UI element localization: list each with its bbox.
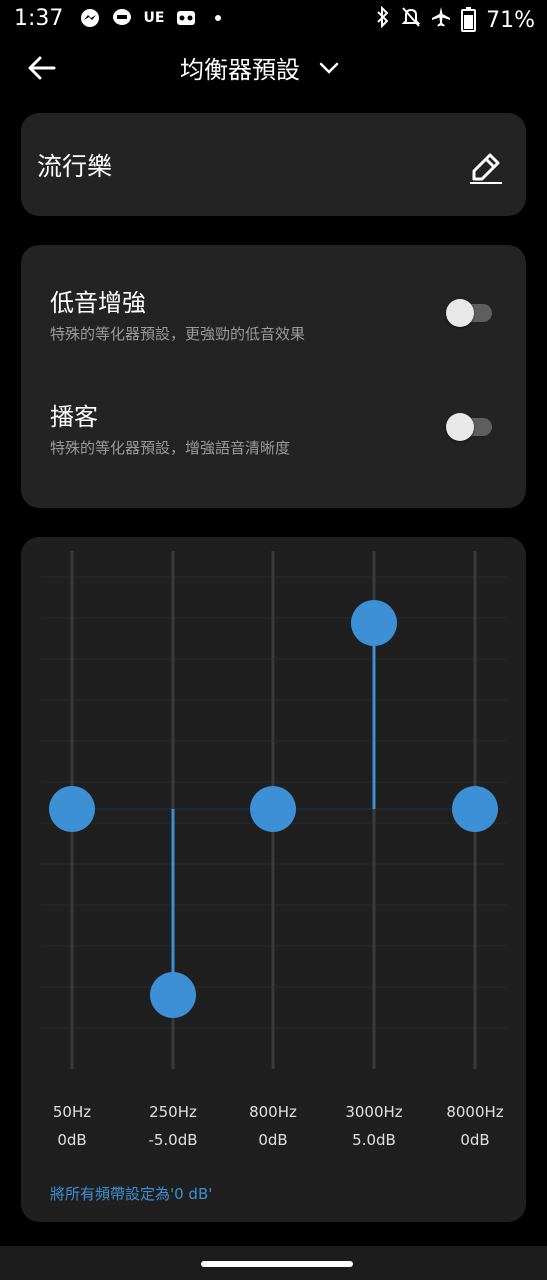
line-icon [112,8,132,28]
bass-boost-switch[interactable] [446,297,492,327]
page-title: 均衡器預設 [180,56,300,84]
band-gain-label: 0dB [57,1131,87,1149]
clock: 1:37 [14,6,64,31]
preset-name: 流行樂 [37,152,113,181]
ue-icon: UE [143,10,165,26]
voicemail-icon [176,8,196,28]
navigation-bar [0,1246,547,1280]
slider-thumb-8000hz[interactable] [452,786,498,832]
messenger-icon [80,8,100,28]
toggles-card: 低音增強 特殊的等化器預設，更強勁的低音效果 播客 特殊的等化器預設，增強語音清… [21,245,526,508]
band-frequency-label: 50Hz [52,1103,92,1121]
slider-thumb-800hz[interactable] [250,786,296,832]
chevron-down-icon [318,57,340,79]
dot-icon [208,8,228,28]
slider-thumb-250hz[interactable] [150,972,196,1018]
status-bar: 1:37 UE 71% [0,0,547,40]
app-bar: 均衡器預設 [0,40,547,96]
home-handle[interactable] [201,1261,353,1267]
bass-boost-title: 低音增強 [50,289,146,317]
podcast-title: 播客 [50,403,98,431]
podcast-switch[interactable] [446,411,492,441]
preset-dropdown[interactable]: 均衡器預設 [180,50,340,85]
band-gain-label: 5.0dB [352,1131,396,1149]
podcast-description: 特殊的等化器預設，增強語音清晰度 [50,439,291,457]
pencil-icon[interactable] [466,147,506,187]
band-frequency-label: 3000Hz [345,1103,403,1121]
band-frequency-label: 800Hz [249,1103,297,1121]
battery-icon [461,6,477,32]
band-gain-label: 0dB [460,1131,490,1149]
airplane-icon [431,6,451,34]
band-gain-label: -5.0dB [148,1131,198,1149]
equalizer-card: 50Hz 0dB 250Hz -5.0dB 800Hz 0dB 3000Hz 5.0dB 800… [21,537,526,1222]
podcast-row[interactable]: 播客 特殊的等化器預設，增強語音清晰度 [50,397,506,487]
bass-boost-row[interactable]: 低音增強 特殊的等化器預設，更強勁的低音效果 [50,283,506,373]
mute-bell-icon [401,6,421,34]
bass-boost-description: 特殊的等化器預設，更強勁的低音效果 [50,325,306,343]
bluetooth-icon [375,5,391,34]
battery-percent: 71% [486,7,535,33]
band-frequency-label: 8000Hz [446,1103,504,1121]
band-frequency-label: 250Hz [149,1103,197,1121]
band-gain-label: 0dB [258,1131,288,1149]
reset-all-bands-link[interactable]: 將所有頻帶設定為'0 dB' [50,1183,212,1204]
back-arrow-icon[interactable] [24,50,60,86]
slider-thumb-50hz[interactable] [49,786,95,832]
equalizer-sliders [41,551,506,1069]
preset-card: 流行樂 [21,113,526,216]
slider-thumb-3000hz[interactable] [351,600,397,646]
